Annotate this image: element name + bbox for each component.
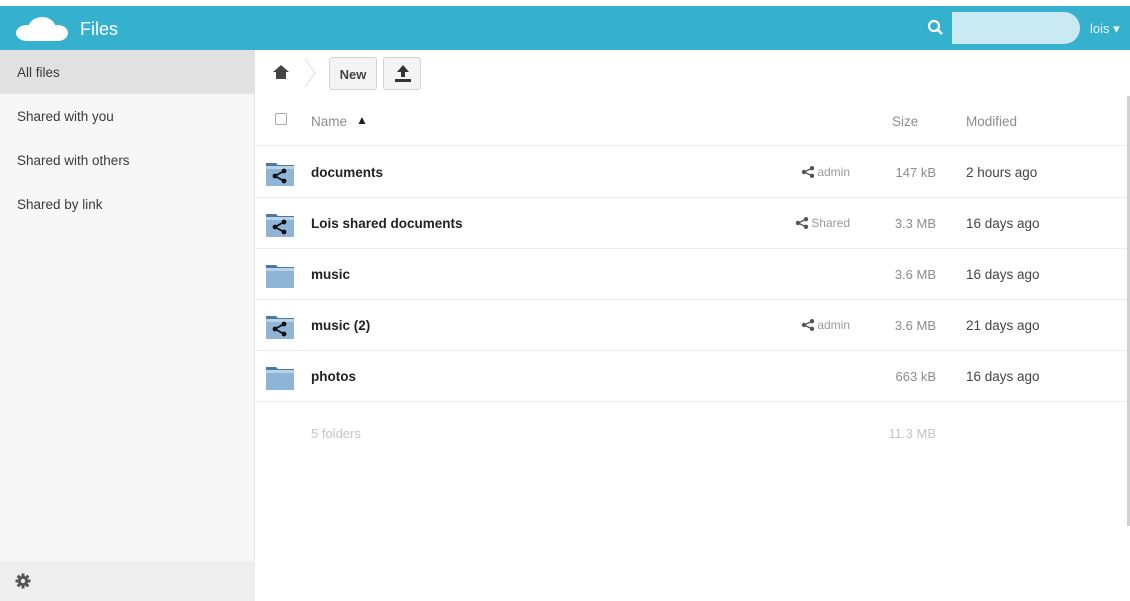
folder-count: 5 folders (311, 426, 361, 441)
file-row[interactable]: documents admin 147 kB 2 hours ago (256, 147, 1130, 198)
folder-icon[interactable] (265, 363, 295, 391)
sidebar-item-shared-by-link[interactable]: Shared by link (0, 182, 255, 226)
upload-button[interactable] (383, 57, 421, 90)
controls-bar: New (256, 50, 1130, 96)
file-row[interactable]: music (2) admin 3.6 MB 21 days ago (256, 300, 1130, 351)
settings-button[interactable] (0, 561, 255, 601)
home-icon[interactable] (273, 65, 289, 79)
select-all-checkbox[interactable] (275, 113, 287, 125)
file-modified: 16 days ago (966, 369, 1040, 384)
file-modified: 21 days ago (966, 318, 1040, 333)
column-modified[interactable]: Modified (966, 114, 1017, 129)
share-icon (796, 217, 809, 229)
shared-folder-icon[interactable] (265, 159, 295, 187)
share-label: admin (817, 165, 850, 179)
file-name[interactable]: documents (311, 165, 383, 180)
sidebar-item-all-files[interactable]: All files (0, 50, 255, 94)
file-size: 3.6 MB (894, 318, 936, 333)
sidebar-item-shared-with-others[interactable]: Shared with others (0, 138, 255, 182)
file-list-header: Name ▲ Size Modified (256, 96, 1130, 146)
sidebar: All files Shared with you Shared with ot… (0, 50, 255, 601)
sort-arrow-icon[interactable]: ▲ (356, 113, 368, 127)
share-label: Shared (811, 216, 850, 230)
file-name[interactable]: photos (311, 369, 356, 384)
app-title[interactable]: Files (80, 19, 118, 40)
file-modified: 16 days ago (966, 216, 1040, 231)
sidebar-item-label: Shared by link (17, 197, 103, 212)
file-summary: 5 folders 11.3 MB (256, 420, 1130, 450)
user-menu[interactable]: lois ▾ (1090, 21, 1120, 37)
file-name[interactable]: music (2) (311, 318, 370, 333)
file-size: 3.3 MB (894, 216, 936, 231)
file-size: 147 kB (895, 165, 936, 180)
file-row[interactable]: Lois shared documents Shared 3.3 MB 16 days… (256, 198, 1130, 249)
column-size[interactable]: Size (892, 114, 918, 129)
file-name[interactable]: music (311, 267, 350, 282)
sidebar-item-label: Shared with you (17, 109, 114, 124)
sidebar-item-label: All files (17, 65, 60, 80)
sidebar-item-label: Shared with others (17, 153, 130, 168)
file-modified: 16 days ago (966, 267, 1040, 282)
sidebar-item-shared-with-you[interactable]: Shared with you (0, 94, 255, 138)
search-icon[interactable] (920, 12, 952, 44)
file-modified: 2 hours ago (966, 165, 1038, 180)
shared-folder-icon[interactable] (265, 210, 295, 238)
cloud-logo-icon[interactable] (14, 14, 70, 42)
share-icon (802, 166, 815, 178)
share-icon (802, 319, 815, 331)
file-size: 663 kB (895, 369, 936, 384)
file-row[interactable]: photos 663 kB 16 days ago (256, 351, 1130, 402)
header-bar: Files lois ▾ (0, 0, 1130, 50)
new-button[interactable]: New (329, 57, 377, 90)
share-action[interactable]: admin (801, 165, 850, 179)
file-row[interactable]: music 3.6 MB 16 days ago (256, 249, 1130, 300)
share-action[interactable]: Shared (795, 216, 850, 230)
file-name[interactable]: Lois shared documents (311, 216, 463, 231)
breadcrumb-separator-icon (304, 58, 316, 88)
share-action[interactable]: admin (801, 318, 850, 332)
search-input[interactable] (920, 12, 1080, 44)
column-name[interactable]: Name (311, 114, 347, 129)
file-size: 3.6 MB (894, 267, 936, 282)
upload-icon (395, 65, 411, 82)
gear-icon (15, 573, 31, 589)
share-label: admin (817, 318, 850, 332)
total-size: 11.3 MB (888, 426, 936, 441)
folder-icon[interactable] (265, 261, 295, 289)
shared-folder-icon[interactable] (265, 312, 295, 340)
